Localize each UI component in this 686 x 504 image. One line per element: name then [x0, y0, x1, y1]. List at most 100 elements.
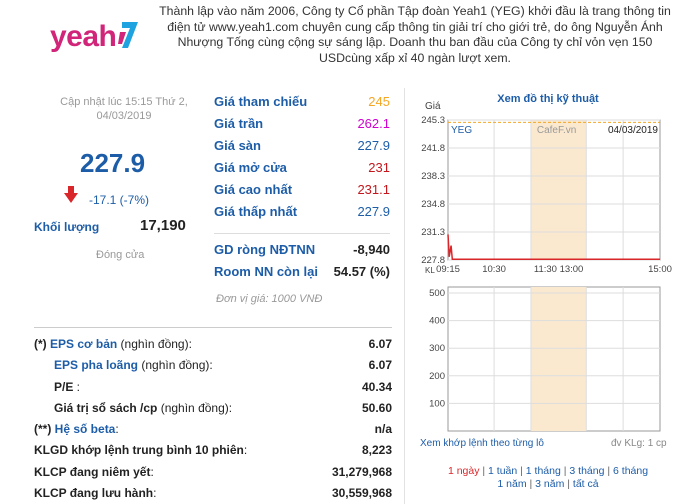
x-tick-label: 10:30 [482, 264, 506, 275]
period-option[interactable]: 1 tuần [488, 465, 517, 477]
y-tick-label: 200 [429, 371, 445, 382]
fundamental-value: n/a [374, 422, 392, 437]
fundamental-row: (*) EPS cơ bản (nghìn đồng): 6.07 [34, 334, 392, 355]
price-row: Giá cao nhất 231.1 [214, 180, 390, 202]
fundamental-row: KLGD khớp lệnh trung bình 10 phiên: 8,223 [34, 440, 392, 461]
price-row-label: Giá cao nhất [214, 182, 293, 197]
matched-orders-link[interactable]: Xem khớp lệnh theo từng lô [420, 438, 544, 449]
fundamental-suffix: (nghìn đồng): [138, 358, 213, 373]
fundamental-value: 31,279,968 [331, 464, 392, 479]
y-tick-label: 234.8 [421, 199, 445, 210]
logo-text: yeah [50, 20, 117, 53]
fundamental-label: P/E : [54, 380, 80, 394]
fundamental-row: KLCP đang niêm yết: 31,279,968 [34, 462, 392, 483]
x-tick-label: 09:15 [436, 264, 460, 275]
fundamental-suffix: : [243, 443, 248, 458]
price-row-value: 227.9 [357, 138, 390, 153]
y-tick-label: 241.8 [421, 143, 445, 154]
period-option[interactable]: 6 tháng [613, 465, 648, 477]
price-row: Giá tham chiếu 245 [214, 92, 390, 114]
price-row-value: 245 [368, 94, 390, 109]
intraday-price-chart: 245.3241.8238.3234.8231.3227.809:15 10:30… [421, 115, 672, 275]
lunch-break-band [530, 287, 587, 431]
volume-label: Khối lượng [34, 220, 100, 234]
fundamental-label: KLGD khớp lệnh trung bình 10 phiên: [34, 443, 247, 457]
price-row-label: Giá sàn [214, 138, 261, 153]
price-unit-note: Đơn vị giá: 1000 VNĐ [216, 293, 323, 305]
source-label: CafeF.vn [537, 125, 576, 136]
down-arrow-icon [64, 186, 78, 203]
fundamental-name: Hệ số beta [54, 422, 116, 437]
period-option[interactable]: 3 tháng [569, 465, 604, 477]
fundamental-value: 8,223 [361, 443, 392, 458]
x-tick-label: 15:00 [648, 264, 672, 275]
column-divider [404, 88, 405, 504]
period-option[interactable]: 1 ngày [448, 465, 480, 477]
period-separator: | [564, 478, 573, 490]
fundamental-suffix: : [115, 422, 119, 437]
foreign-table: GD ròng NĐTNN -8,940 Room NN còn lại 54.57 … [214, 240, 390, 284]
fundamental-label: EPS pha loãng (nghìn đồng): [54, 358, 213, 372]
fundamental-name: KLCP đang lưu hành [34, 486, 154, 501]
fundamental-value: 50.60 [361, 400, 392, 415]
chart-date-label: 04/03/2019 [608, 125, 658, 136]
volume-value: 17,190 [140, 217, 186, 234]
price-row-label: Giá trần [214, 116, 264, 131]
fundamental-name: KLGD khớp lệnh trung bình 10 phiên [34, 443, 244, 458]
y-tick-label: 500 [429, 288, 445, 299]
intraday-volume-chart: 500 400 300 200 100 [429, 286, 661, 432]
fundamental-label: (*) EPS cơ bản (nghìn đồng): [34, 337, 192, 351]
period-option[interactable]: 1 tháng [526, 465, 561, 477]
y-tick-label: 400 [429, 316, 445, 327]
fundamental-label: (**) Hệ số beta: [34, 422, 119, 436]
fundamental-suffix: (nghìn đồng): [117, 337, 192, 351]
y-tick-label: 300 [429, 343, 445, 354]
period-option[interactable]: 3 năm [535, 478, 564, 490]
fundamental-row: (**) Hệ số beta: n/a [34, 419, 392, 440]
chart-link[interactable]: Xem đồ thị kỹ thuật [420, 93, 676, 105]
fundamental-row: KLCP đang lưu hành: 30,559,968 [34, 483, 392, 504]
price-row: Giá sàn 227.9 [214, 136, 390, 158]
fundamentals-table: (*) EPS cơ bản (nghìn đồng): 6.07 EPS pha … [34, 334, 392, 504]
fundamental-suffix: : [150, 464, 154, 479]
fundamental-value: 30,559,968 [331, 486, 392, 501]
price-row: Giá trần 262.1 [214, 114, 390, 136]
period-separator: | [517, 465, 526, 477]
current-price: 227.9 [80, 148, 146, 178]
foreign-row: Room NN còn lại 54.57 (%) [214, 262, 390, 284]
ticker-label: YEG [451, 125, 472, 136]
fundamental-label: KLCP đang niêm yết: [34, 465, 154, 479]
lunch-break-band [530, 120, 587, 260]
price-row-value: 231 [368, 160, 390, 175]
foreign-row: GD ròng NĐTNN -8,940 [214, 240, 390, 262]
period-option[interactable]: 1 năm [497, 478, 526, 490]
fundamental-name: EPS cơ bản [50, 337, 118, 351]
company-intro: Thành lập vào năm 2006, Công ty Cổ phần … [159, 4, 671, 65]
logo-mark-icon [118, 22, 138, 48]
fundamental-suffix: : [153, 486, 157, 501]
period-option[interactable]: tất cả [573, 478, 599, 490]
period-separator: | [526, 478, 536, 490]
volume-unit-note: đv KLg: 1 cp [611, 438, 667, 449]
fundamental-name: P/E [54, 379, 74, 394]
y-tick-label: 100 [429, 398, 445, 409]
y-tick-label: 238.3 [421, 171, 445, 182]
price-table: Giá tham chiếu 245 Giá trần 262.1 Giá sàn 227… [214, 92, 390, 224]
company-logo: yeah [50, 12, 145, 62]
foreign-row-value: 54.57 (%) [333, 264, 390, 279]
note-marker: (*) [34, 337, 50, 351]
foreign-row-label: GD ròng NĐTNN [214, 242, 316, 257]
x-tick-label: 11:30 13:00 [534, 264, 583, 275]
fundamental-value: 40.34 [361, 379, 392, 394]
fundamental-label: KLCP đang lưu hành: [34, 486, 156, 500]
fundamental-row: P/E : 40.34 [34, 377, 392, 398]
fundamental-row: Giá trị sổ sách /cp (nghìn đồng): 50.60 [34, 398, 392, 419]
period-row: 1 ngày | 1 tuần | 1 tháng | 3 tháng | 6 … [420, 465, 676, 478]
note-marker: (**) [34, 422, 55, 437]
period-separator: | [479, 465, 489, 477]
price-row-value: 231.1 [357, 182, 390, 197]
price-row-value: 262.1 [357, 116, 390, 131]
fundamental-name: EPS pha loãng [54, 358, 139, 373]
y-tick-label: 231.3 [421, 227, 445, 238]
foreign-row-label: Room NN còn lại [214, 264, 319, 279]
